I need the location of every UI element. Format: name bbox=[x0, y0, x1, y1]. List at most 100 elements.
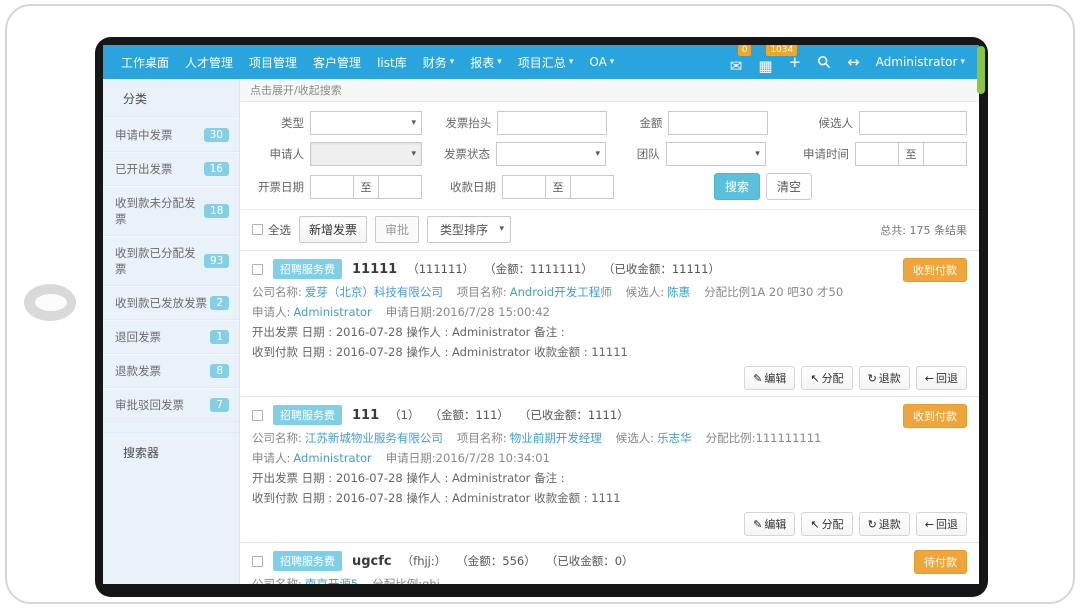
receive-payment-button[interactable]: 收到付款 bbox=[903, 404, 967, 428]
user-menu[interactable]: Administrator ▾ bbox=[876, 55, 965, 69]
category-sidebar: 分类 申请中发票 30 已开出发票 16 收到款未分配发票 18 收到款已分配 bbox=[103, 79, 240, 584]
project-link[interactable]: 物业前期开发经理 bbox=[510, 429, 602, 447]
nav-item-finance[interactable]: 财务▾ bbox=[415, 45, 463, 80]
back-arrow-icon: ← bbox=[925, 518, 934, 531]
sidebar-item-received-allocated[interactable]: 收到款已分配发票 93 bbox=[103, 236, 239, 286]
company-link[interactable]: 南京开源5 bbox=[305, 575, 358, 584]
grid-button[interactable]: 1034 ▦ bbox=[758, 50, 772, 75]
invoice-type-badge: 招聘服务费 bbox=[273, 259, 342, 279]
revert-button[interactable]: ←回退 bbox=[916, 366, 967, 390]
amount-input[interactable] bbox=[668, 111, 768, 135]
sidebar-item-issued-invoices[interactable]: 已开出发票 16 bbox=[103, 152, 239, 186]
plus-icon[interactable]: + bbox=[789, 55, 802, 70]
applicant-select[interactable]: ▾ bbox=[310, 142, 422, 166]
chevron-down-icon: ▾ bbox=[610, 57, 615, 67]
nav-item-talent[interactable]: 人才管理 bbox=[177, 45, 241, 80]
receive-date-range: 至 bbox=[502, 175, 614, 199]
receive-date-label: 收款日期 bbox=[438, 179, 496, 195]
receive-date-from-input[interactable] bbox=[502, 175, 546, 199]
invoice-checkbox[interactable] bbox=[252, 410, 263, 421]
applicant-link[interactable]: Administrator bbox=[293, 449, 371, 467]
search-button[interactable]: 搜索 bbox=[714, 173, 760, 200]
apply-time-to-input[interactable] bbox=[923, 142, 967, 166]
invoice-amount: （金额：111） bbox=[429, 407, 508, 423]
amount-label: 金额 bbox=[624, 115, 662, 131]
invoice-checkbox[interactable] bbox=[252, 556, 263, 567]
approve-button[interactable]: 审批 bbox=[375, 216, 419, 243]
pending-payment-button[interactable]: 待付款 bbox=[914, 550, 967, 574]
invoice-checkbox[interactable] bbox=[252, 264, 263, 275]
new-invoice-button[interactable]: 新增发票 bbox=[299, 216, 367, 243]
pencil-icon: ✎ bbox=[753, 372, 762, 385]
swap-arrows-icon[interactable]: ↔ bbox=[847, 55, 860, 70]
edit-button[interactable]: ✎编辑 bbox=[744, 366, 795, 390]
nav-item-oa[interactable]: OA▾ bbox=[581, 46, 622, 78]
invoice-received-amount: （已收金额：0） bbox=[546, 553, 634, 569]
count-badge: 93 bbox=[204, 254, 229, 268]
count-badge: 2 bbox=[210, 296, 229, 310]
scrollbar-thumb[interactable] bbox=[977, 46, 985, 94]
receive-payment-button[interactable]: 收到付款 bbox=[903, 258, 967, 282]
invoice-qty: （fhjj:） bbox=[402, 553, 447, 569]
count-badge: 18 bbox=[204, 204, 229, 218]
tablet-home-button-inner bbox=[35, 294, 67, 311]
invoice-title-input[interactable] bbox=[497, 111, 607, 135]
revert-button[interactable]: ←回退 bbox=[916, 512, 967, 536]
assign-button[interactable]: ↖分配 bbox=[801, 366, 852, 390]
payment-received-line: 收到付款 日期 : 2016-07-28 操作人 : Administrator… bbox=[252, 343, 967, 361]
assign-button[interactable]: ↖分配 bbox=[801, 512, 852, 536]
sidebar-item-refund-invoices[interactable]: 退款发票 8 bbox=[103, 354, 239, 388]
app-screen: 工作桌面 人才管理 项目管理 客户管理 list库 财务▾ 报表▾ 项目汇总▾ … bbox=[103, 45, 979, 584]
range-to-label: 至 bbox=[898, 142, 924, 166]
count-badge: 16 bbox=[204, 162, 229, 176]
sidebar-item-returned-invoices[interactable]: 退回发票 1 bbox=[103, 320, 239, 354]
project-link[interactable]: Android开发工程师 bbox=[510, 283, 612, 301]
apply-time-label: 申请时间 bbox=[794, 146, 849, 162]
tablet-home-button bbox=[24, 284, 76, 321]
sidebar-item-received-unallocated[interactable]: 收到款未分配发票 18 bbox=[103, 186, 239, 236]
team-label: 团队 bbox=[622, 146, 660, 162]
nav-item-customer[interactable]: 客户管理 bbox=[305, 45, 369, 80]
chevron-down-icon: ▾ bbox=[497, 57, 502, 67]
type-select[interactable]: ▾ bbox=[310, 111, 422, 135]
candidate-link[interactable]: 陈惠 bbox=[667, 283, 690, 301]
invoice-date-from-input[interactable] bbox=[310, 175, 354, 199]
result-count: 总共: 175 条结果 bbox=[880, 222, 967, 238]
mail-count-badge: 0 bbox=[738, 45, 752, 56]
search-icon[interactable] bbox=[817, 55, 831, 69]
search-panel-toggle[interactable]: 点击展开/收起搜索 bbox=[240, 79, 979, 102]
nav-item-list[interactable]: list库 bbox=[369, 45, 415, 80]
sort-select[interactable]: 类型排序 ▾ bbox=[427, 216, 511, 243]
nav-item-workdesk[interactable]: 工作桌面 bbox=[113, 45, 177, 80]
invoice-status-select[interactable]: ▾ bbox=[496, 142, 606, 166]
applicant-link[interactable]: Administrator bbox=[293, 303, 371, 321]
refund-button[interactable]: ↻退款 bbox=[859, 512, 910, 536]
candidate-input[interactable] bbox=[859, 111, 967, 135]
range-to-label: 至 bbox=[545, 175, 571, 199]
nav-item-project-summary[interactable]: 项目汇总▾ bbox=[510, 45, 582, 80]
chevron-down-icon: ▾ bbox=[411, 149, 416, 159]
sidebar-title: 分类 bbox=[103, 79, 239, 118]
chevron-down-icon: ▾ bbox=[960, 57, 965, 67]
sidebar-item-received-distributed[interactable]: 收到款已发放发票 2 bbox=[103, 286, 239, 320]
nav-item-project[interactable]: 项目管理 bbox=[241, 45, 305, 80]
chevron-down-icon: ▾ bbox=[755, 149, 760, 159]
candidate-label: 候选人 bbox=[798, 115, 853, 131]
sidebar-item-search-tool[interactable]: 搜索器 bbox=[103, 432, 239, 472]
team-select[interactable]: ▾ bbox=[666, 142, 766, 166]
clear-button[interactable]: 清空 bbox=[766, 173, 812, 200]
invoice-type-badge: 招聘服务费 bbox=[273, 405, 342, 425]
sidebar-item-rejected-invoices[interactable]: 审批驳回发票 7 bbox=[103, 388, 239, 422]
apply-time-from-input[interactable] bbox=[855, 142, 899, 166]
refund-button[interactable]: ↻退款 bbox=[859, 366, 910, 390]
edit-button[interactable]: ✎编辑 bbox=[744, 512, 795, 536]
select-all-checkbox[interactable] bbox=[252, 224, 263, 235]
mail-button[interactable]: 0 ✉ bbox=[730, 50, 743, 75]
receive-date-to-input[interactable] bbox=[570, 175, 614, 199]
candidate-link[interactable]: 乐志华 bbox=[657, 429, 692, 447]
invoice-date-to-input[interactable] bbox=[378, 175, 422, 199]
company-link[interactable]: 爱芽（北京）科技有限公司 bbox=[305, 283, 443, 301]
sidebar-item-pending-invoices[interactable]: 申请中发票 30 bbox=[103, 118, 239, 152]
nav-item-reports[interactable]: 报表▾ bbox=[462, 45, 510, 80]
company-link[interactable]: 江苏新城物业服务有限公司 bbox=[305, 429, 443, 447]
